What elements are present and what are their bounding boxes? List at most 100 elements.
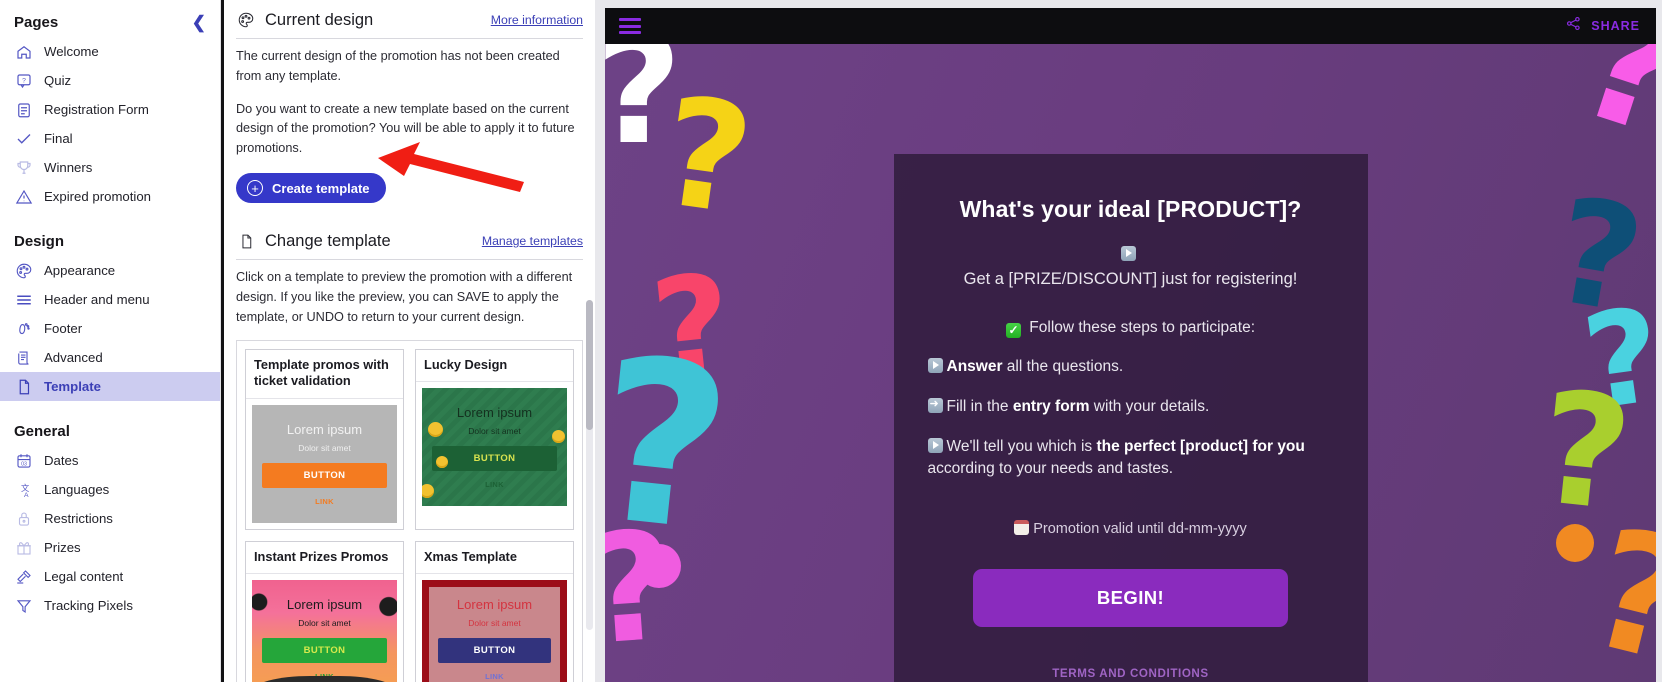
funnel-icon xyxy=(14,596,33,615)
thumb-link: LINK xyxy=(315,496,334,506)
sidebar-item-label: Appearance xyxy=(44,263,116,278)
template-thumbnail: Lorem ipsum Dolor sit amet BUTTON LINK xyxy=(252,579,397,682)
template-card[interactable]: Template promos with ticket validation L… xyxy=(245,348,404,530)
palette-icon xyxy=(236,10,256,30)
home-icon xyxy=(14,42,33,61)
promo-step-rest: all the questions. xyxy=(1002,358,1124,375)
sidebar-section-title: General xyxy=(14,423,70,440)
share-icon xyxy=(1565,15,1582,37)
panel-scrollbar-thumb[interactable] xyxy=(586,300,593,430)
template-thumbnail: Lorem ipsum Dolor sit amet BUTTON LINK xyxy=(422,387,567,506)
clipboard-icon xyxy=(14,100,33,119)
template-card[interactable]: Xmas Template Lorem ipsum Dolor sit amet… xyxy=(415,540,574,682)
scroll-icon xyxy=(14,348,33,367)
calendar-emoji-icon xyxy=(1014,520,1030,535)
gavel-icon xyxy=(14,567,33,586)
question-mark-decoration: ? xyxy=(1557,44,1656,177)
change-template-section: Change template Manage templates Click o… xyxy=(224,221,595,327)
template-card-title: Xmas Template xyxy=(416,542,573,574)
svg-text:?: ? xyxy=(22,77,26,84)
promo-validity-wrap: Promotion valid until dd-mm-yyyy xyxy=(928,520,1334,537)
promo-step-bold: the perfect [product] for you xyxy=(1096,438,1305,455)
sidebar-item-registration-form[interactable]: Registration Form xyxy=(0,95,220,124)
menu-lines-icon xyxy=(14,290,33,309)
promo-subtitle-wrap: Get a [PRIZE/DISCOUNT] just for register… xyxy=(928,245,1334,289)
circle-decoration xyxy=(1556,524,1594,562)
preview-topbar: SHARE xyxy=(605,8,1656,44)
share-label: SHARE xyxy=(1591,19,1640,33)
create-template-button[interactable]: + Create template xyxy=(236,173,386,204)
thumb-heading: Lorem ipsum xyxy=(456,404,533,420)
sidebar-item-prizes[interactable]: Prizes xyxy=(0,533,220,562)
sidebar-item-expired-promotion[interactable]: Expired promotion xyxy=(0,182,220,211)
thumb-heading: Lorem ipsum xyxy=(456,596,533,612)
sidebar-item-advanced[interactable]: Advanced xyxy=(0,343,220,372)
thumb-subheading: Dolor sit amet xyxy=(298,617,351,628)
arrow-emoji-icon xyxy=(927,397,943,413)
page-icon xyxy=(14,377,33,396)
question-bubble-icon: ? xyxy=(14,71,33,90)
promo-title: What's your ideal [PRODUCT]? xyxy=(959,196,1302,222)
current-design-title: Current design xyxy=(265,10,374,29)
change-template-paragraph: Click on a template to preview the promo… xyxy=(236,270,573,324)
panel-scrollbar[interactable] xyxy=(586,300,593,630)
promo-step-prefix: We'll tell you which is xyxy=(946,438,1097,455)
promo-step-prefix: Fill in the xyxy=(946,398,1013,415)
template-card[interactable]: Instant Prizes Promos Lorem ipsum Dolor … xyxy=(245,540,404,682)
more-information-link[interactable]: More information xyxy=(491,13,583,27)
sidebar-item-label: Registration Form xyxy=(44,102,149,117)
sidebar-item-restrictions[interactable]: Restrictions xyxy=(0,504,220,533)
template-card-title: Lucky Design xyxy=(416,350,573,382)
thumb-button: BUTTON xyxy=(432,445,557,471)
chevron-left-icon[interactable]: ❮ xyxy=(192,14,206,31)
sidebar-item-winners[interactable]: Winners xyxy=(0,153,220,182)
sidebar-item-label: Advanced xyxy=(44,350,103,365)
sidebar-item-dates[interactable]: 03 Dates xyxy=(0,446,220,475)
template-card[interactable]: Lucky Design Lorem ipsum Dolor sit amet … xyxy=(415,348,574,530)
create-template-button-label: Create template xyxy=(272,180,370,196)
share-button[interactable]: SHARE xyxy=(1565,15,1640,37)
promo-steps-heading: Follow these steps to participate: xyxy=(1029,319,1256,336)
coin-decoration xyxy=(436,455,448,468)
template-card-title: Instant Prizes Promos xyxy=(246,542,403,574)
sidebar-item-legal-content[interactable]: Legal content xyxy=(0,562,220,591)
sidebar-item-languages[interactable]: 文A Languages xyxy=(0,475,220,504)
play-emoji-icon xyxy=(927,438,943,453)
current-design-body: The current design of the promotion has … xyxy=(224,39,595,159)
sidebar-item-label: Quiz xyxy=(44,73,72,88)
manage-templates-link[interactable]: Manage templates xyxy=(482,234,583,248)
template-panel: Current design More information The curr… xyxy=(221,0,595,682)
sidebar-item-welcome[interactable]: Welcome xyxy=(0,37,220,66)
promo-step-bold: entry form xyxy=(1012,398,1090,415)
template-list-scroll-area[interactable]: Template promos with ticket validation L… xyxy=(236,339,583,682)
sidebar-item-footer[interactable]: Footer xyxy=(0,314,220,343)
hamburger-menu-icon[interactable] xyxy=(619,15,641,38)
thumb-link: LINK xyxy=(485,479,504,489)
sidebar-item-final[interactable]: Final xyxy=(0,124,220,153)
change-template-title: Change template xyxy=(265,231,391,250)
sidebar-item-header-and-menu[interactable]: Header and menu xyxy=(0,285,220,314)
sidebar-section-design-header: Design xyxy=(0,229,220,256)
thumb-subheading: Dolor sit amet xyxy=(468,425,521,436)
terms-and-conditions-link[interactable]: TERMS AND CONDITIONS xyxy=(928,667,1334,680)
sidebar-item-label: Footer xyxy=(44,321,83,336)
begin-button[interactable]: BEGIN! xyxy=(973,569,1288,627)
thumb-heading: Lorem ipsum xyxy=(286,596,363,612)
thumb-heading: Lorem ipsum xyxy=(286,421,363,437)
thumb-link: LINK xyxy=(485,671,504,681)
circle-decoration xyxy=(637,544,681,588)
play-emoji-icon xyxy=(927,358,943,373)
promo-content-card: What's your ideal [PRODUCT]? Get a [PRIZ… xyxy=(893,154,1368,682)
check-icon xyxy=(14,129,33,148)
sidebar: Pages ❮ Welcome ? Quiz Registration Form xyxy=(0,0,221,682)
sidebar-item-label: Welcome xyxy=(44,44,99,59)
promo-subtitle: Get a [PRIZE/DISCOUNT] just for register… xyxy=(963,270,1298,288)
sidebar-item-template[interactable]: Template xyxy=(0,372,220,401)
sidebar-section-title: Design xyxy=(14,233,65,250)
sidebar-item-tracking-pixels[interactable]: Tracking Pixels xyxy=(0,591,220,620)
sidebar-item-appearance[interactable]: Appearance xyxy=(0,256,220,285)
preview-device: SHARE ? ? ? ? ? ? ? ? ? ? What's your id… xyxy=(605,8,1656,682)
sidebar-item-quiz[interactable]: ? Quiz xyxy=(0,66,220,95)
